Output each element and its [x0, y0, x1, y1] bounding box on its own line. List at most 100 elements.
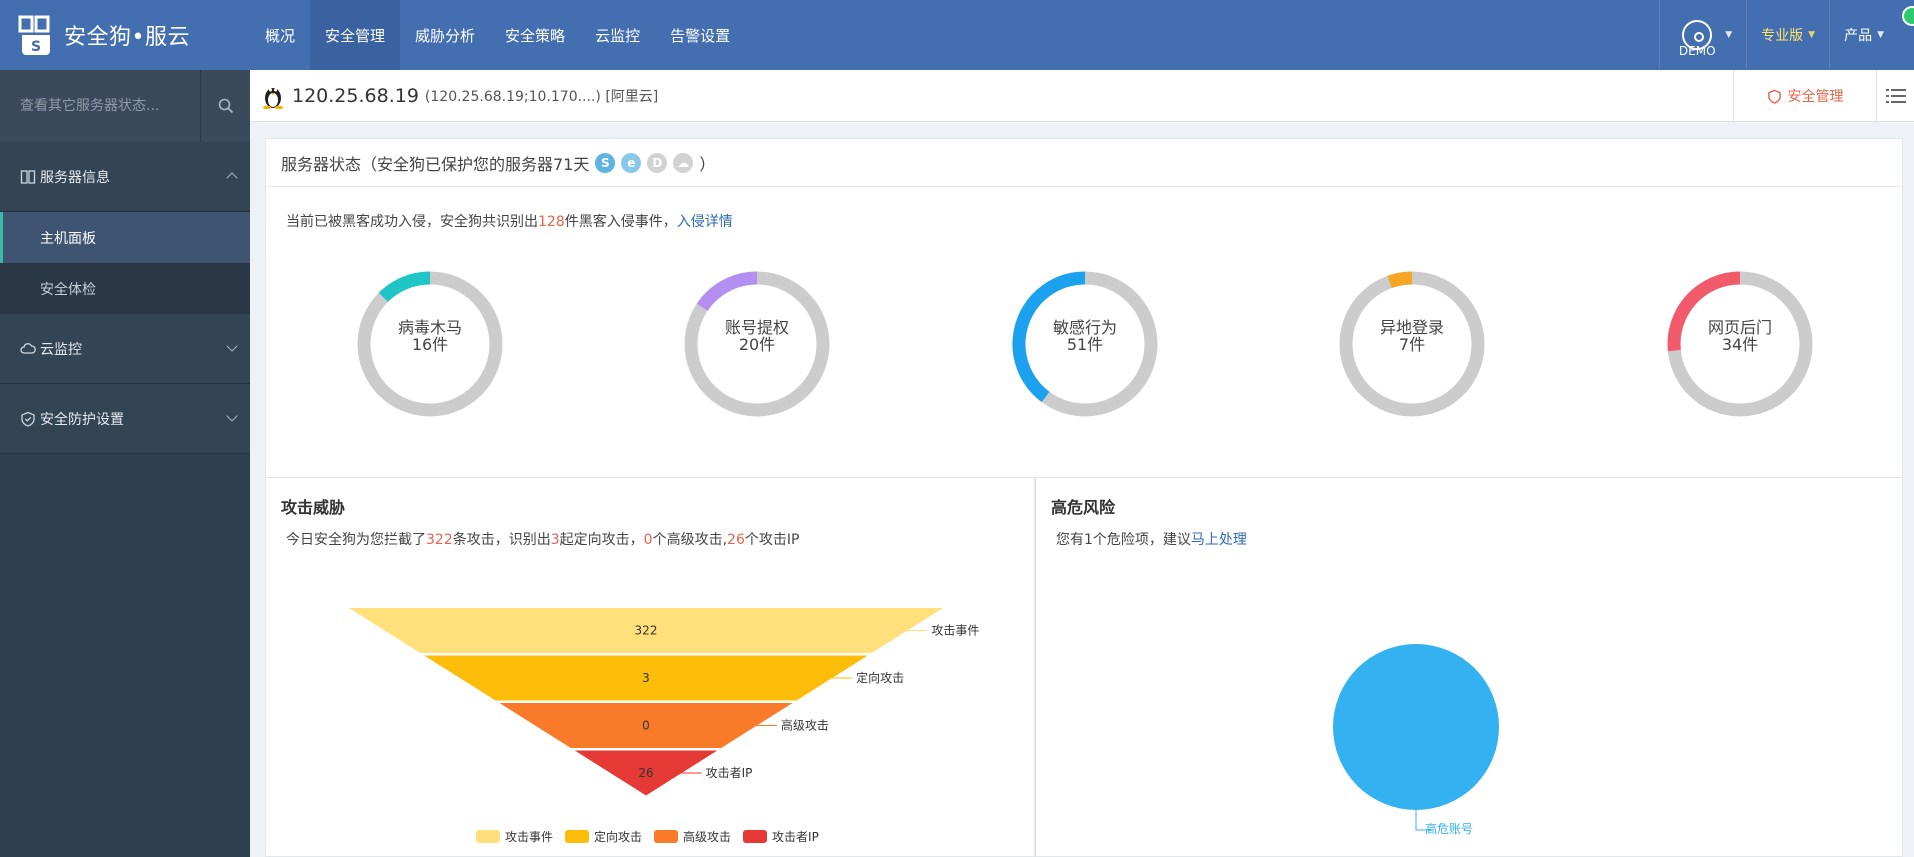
- sidebar-item-security-check[interactable]: 安全体检: [0, 263, 250, 314]
- server-status-panel: 服务器状态（安全狗已保护您的服务器71天 S e D ☁ ） 当前已被黑客成功入…: [265, 138, 1903, 478]
- edition-label: 专业版: [1761, 28, 1804, 44]
- demo-label: DEMO: [1678, 44, 1716, 58]
- cloud-icon: [20, 342, 36, 354]
- funnel-legend: 攻击事件 定向攻击 高级攻击 攻击者IP: [476, 828, 831, 845]
- notification-dot-icon[interactable]: [1902, 6, 1914, 26]
- legend-label: 高级攻击: [683, 830, 732, 844]
- sidebar-group-label: 服务器信息: [40, 169, 110, 186]
- nav-threat-analysis[interactable]: 威胁分析: [400, 0, 490, 70]
- donut-arc[interactable]: [378, 271, 431, 303]
- brand[interactable]: S 安全狗•服云: [18, 0, 190, 70]
- attack-threat-panel: 攻击威胁 今日安全狗为您拦截了322条攻击，识别出3起定向攻击，0个高级攻击,2…: [265, 478, 1035, 857]
- main-nav: 概况 安全管理 威胁分析 安全策略 云监控 告警设置: [250, 0, 745, 70]
- server-status-title: 服务器状态（安全狗已保护您的服务器71天: [281, 154, 590, 174]
- donut-remote-login[interactable]: 异地登录 7件: [1337, 269, 1487, 419]
- server-header-actions: 安全管理: [1733, 70, 1914, 122]
- chevron-down-icon: [226, 410, 238, 422]
- edition-menu[interactable]: 专业版 ▼: [1746, 0, 1829, 70]
- funnel-value-label: 26: [638, 766, 653, 780]
- chevron-up-icon: [226, 172, 238, 184]
- sidebar-group-label: 安全防护设置: [40, 411, 124, 428]
- intrusion-prefix: 当前已被黑客成功入侵，安全狗共识别出: [286, 214, 538, 230]
- server-status-title-close: ）: [699, 154, 716, 174]
- funnel-value-label: 0: [642, 719, 650, 733]
- funnel-value-label: 3: [642, 671, 650, 685]
- legend-item[interactable]: 定向攻击: [565, 828, 642, 845]
- chevron-down-icon: ▼: [1808, 30, 1816, 40]
- pie-slice-high-risk-account[interactable]: [1333, 644, 1499, 810]
- donut-count: 51件: [1066, 335, 1104, 354]
- server-ip: 120.25.68.19: [292, 84, 419, 107]
- nav-security-policy[interactable]: 安全策略: [490, 0, 580, 70]
- safedog-d-badge-icon[interactable]: D: [647, 152, 668, 173]
- donut-name: 网页后门: [1707, 318, 1772, 337]
- donut-privilege-escalation[interactable]: 账号提权 20件: [682, 269, 832, 419]
- server-search-input[interactable]: [0, 70, 200, 142]
- legend-item[interactable]: 攻击事件: [476, 828, 553, 845]
- legend-label: 攻击者IP: [772, 830, 819, 844]
- search-button[interactable]: [200, 70, 250, 142]
- safedog-e-badge-icon[interactable]: e: [621, 152, 642, 173]
- demo-menu[interactable]: DEMO ▼: [1659, 0, 1746, 70]
- top-navbar: S 安全狗•服云 概况 安全管理 威胁分析 安全策略 云监控 告警设置 DEMO…: [0, 0, 1914, 70]
- donut-name: 账号提权: [724, 318, 789, 337]
- sidebar-item-host-panel[interactable]: 主机面板: [0, 212, 250, 263]
- donut-arc[interactable]: [696, 271, 758, 312]
- product-label: 产品: [1844, 28, 1873, 44]
- sidebar: 服务器信息 主机面板 安全体检 云监控 安全防护设置: [0, 70, 250, 857]
- product-menu[interactable]: 产品 ▼: [1829, 0, 1914, 70]
- nav-overview[interactable]: 概况: [250, 0, 310, 70]
- donut-count: 34件: [1721, 335, 1759, 354]
- legend-item[interactable]: 高级攻击: [654, 828, 731, 845]
- list-menu-button[interactable]: [1876, 70, 1914, 122]
- sidebar-group-label: 云监控: [40, 341, 82, 358]
- cloud-badge-icon[interactable]: ☁: [673, 152, 694, 173]
- list-icon: [1885, 89, 1906, 103]
- sidebar-group-protection-settings[interactable]: 安全防护设置: [0, 384, 250, 454]
- donut-virus-trojan[interactable]: 病毒木马 16件: [355, 269, 505, 419]
- donut-arc[interactable]: [1387, 271, 1413, 289]
- legend-swatch: [565, 830, 590, 843]
- donut-name: 异地登录: [1379, 318, 1444, 337]
- donut-name: 敏感行为: [1052, 318, 1117, 337]
- intrusion-suffix: 件黑客入侵事件，: [564, 214, 677, 230]
- donut-name: 病毒木马: [397, 318, 462, 337]
- funnel-category-label: 攻击者IP: [706, 766, 753, 780]
- security-management-label: 安全管理: [1787, 89, 1844, 105]
- chevron-down-icon: ▼: [1877, 30, 1884, 40]
- donut-sensitive-behavior[interactable]: 敏感行为 51件: [1010, 269, 1160, 419]
- server-header: 120.25.68.19 (120.25.68.19;10.170....) […: [250, 70, 1914, 122]
- nav-alert-settings[interactable]: 告警设置: [655, 0, 745, 70]
- linux-icon: [263, 87, 283, 109]
- nav-cloud-monitor[interactable]: 云监控: [580, 0, 655, 70]
- sidebar-group-cloud-monitor[interactable]: 云监控: [0, 314, 250, 384]
- high-risk-pie-chart: 高危账号: [1333, 644, 1499, 836]
- legend-item[interactable]: 攻击者IP: [743, 828, 819, 845]
- threat-donuts: 病毒木马 16件 账号提权 20件 敏感行为 51件 异地登录 7件 网页后门 …: [266, 269, 1902, 439]
- legend-swatch: [743, 830, 768, 843]
- server-info-icon: [20, 169, 36, 184]
- donut-webshell[interactable]: 网页后门 34件: [1665, 269, 1815, 419]
- server-status-header: 服务器状态（安全狗已保护您的服务器71天 S e D ☁ ）: [266, 139, 1902, 187]
- intrusion-details-link[interactable]: 入侵详情: [677, 214, 733, 230]
- intrusion-summary: 当前已被黑客成功入侵，安全狗共识别出128件黑客入侵事件，入侵详情: [286, 211, 1902, 231]
- server-search: [0, 70, 250, 142]
- chevron-down-icon: ▼: [1725, 30, 1733, 40]
- sidebar-group-server-info[interactable]: 服务器信息: [0, 142, 250, 212]
- funnel-value-label: 322: [635, 624, 658, 638]
- funnel-category-label: 定向攻击: [856, 670, 904, 685]
- safedog-logo-icon: S: [18, 15, 50, 55]
- search-icon: [218, 98, 233, 114]
- intrusion-count: 128: [538, 214, 565, 230]
- donut-count: 16件: [411, 335, 449, 354]
- security-management-button[interactable]: 安全管理: [1733, 70, 1876, 122]
- server-detail: (120.25.68.19;10.170....) [阿里云]: [424, 88, 659, 105]
- legend-label: 定向攻击: [594, 830, 643, 844]
- attack-funnel-chart: 322 攻击事件 3 定向攻击 0 高级攻击 26 攻击者IP: [349, 608, 979, 796]
- safedog-s-badge-icon[interactable]: S: [595, 152, 616, 173]
- funnel-category-label: 高级攻击: [781, 718, 829, 733]
- shield-icon: [1767, 89, 1781, 104]
- top-right-menu: DEMO ▼ 专业版 ▼ 产品 ▼: [1659, 0, 1914, 70]
- nav-security-management[interactable]: 安全管理: [310, 0, 401, 70]
- chevron-down-icon: [226, 340, 238, 352]
